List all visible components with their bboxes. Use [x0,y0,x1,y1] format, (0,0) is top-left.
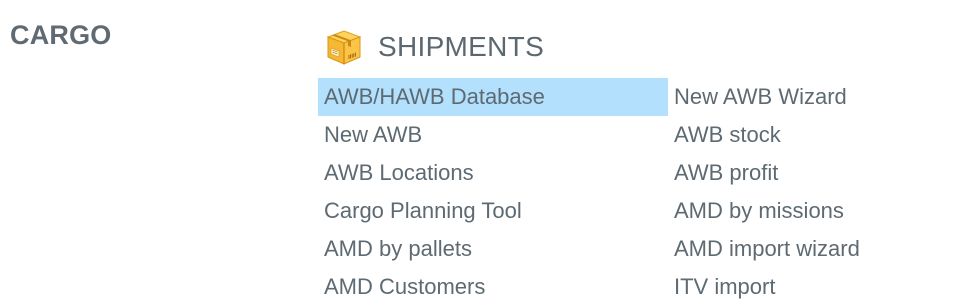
shipments-menu: AWB/HAWB Database New AWB Wizard New AWB… [318,78,918,306]
menu-item-awb-stock[interactable]: AWB stock [668,116,918,154]
menu-item-amd-customers[interactable]: AMD Customers [318,268,668,306]
menu-item-awb-profit[interactable]: AWB profit [668,154,918,192]
menu-item-itv-import[interactable]: ITV import [668,268,918,306]
menu-item-amd-by-missions[interactable]: AMD by missions [668,192,918,230]
menu-item-amd-import-wizard[interactable]: AMD import wizard [668,230,918,268]
package-box-icon [326,30,362,65]
menu-item-cargo-planning-tool[interactable]: Cargo Planning Tool [318,192,668,230]
menu-item-new-awb[interactable]: New AWB [318,116,668,154]
menu-item-awb-locations[interactable]: AWB Locations [318,154,668,192]
menu-item-amd-by-pallets[interactable]: AMD by pallets [318,230,668,268]
shipments-group-header: SHIPMENTS [324,26,544,68]
menu-item-awb-hawb-database[interactable]: AWB/HAWB Database [318,78,668,116]
menu-item-new-awb-wizard[interactable]: New AWB Wizard [668,78,918,116]
group-title: SHIPMENTS [378,31,545,62]
section-title: CARGO [10,20,112,50]
